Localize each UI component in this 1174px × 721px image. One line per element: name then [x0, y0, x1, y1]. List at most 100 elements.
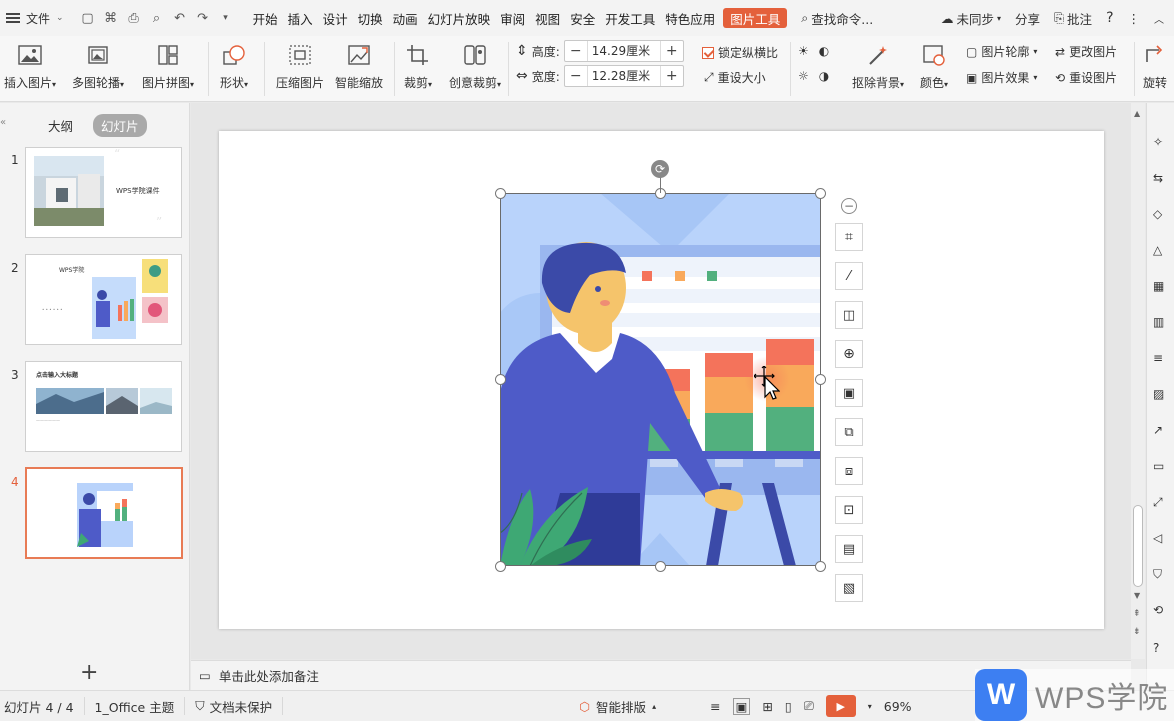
height-stepper[interactable]: − 14.29厘米 + — [563, 40, 684, 62]
tab-insert[interactable]: 插入 — [283, 0, 318, 36]
change-picture-button[interactable]: ⇄ 更改图片 — [1055, 43, 1117, 60]
smart-layout-button[interactable]: ⬡ 智能排版 ▴ — [579, 697, 656, 716]
tab-outline[interactable]: 大纲 — [40, 114, 81, 137]
height-value[interactable]: 14.29厘米 — [586, 41, 661, 61]
grid-icon[interactable]: ▦ — [1153, 279, 1169, 295]
smart-scale-button[interactable]: 智能缩放 — [335, 42, 383, 91]
multi-carousel-button[interactable]: 多图轮播▾ — [72, 42, 124, 91]
remove-background-button[interactable]: 抠除背景▾ — [852, 42, 904, 91]
reset-picture-button[interactable]: ⟲ 重设图片 — [1055, 69, 1117, 86]
collapse-ribbon-icon[interactable]: ︿ — [1154, 11, 1164, 26]
fill-icon[interactable]: △ — [1153, 243, 1169, 259]
width-increase-button[interactable]: + — [661, 68, 683, 84]
width-value[interactable]: 12.28厘米 — [586, 66, 661, 86]
add-slide-button[interactable]: + — [80, 660, 98, 685]
tab-transitions[interactable]: 切换 — [353, 0, 388, 36]
insert-picture-button[interactable]: 插入图片▾ — [4, 42, 56, 91]
lock-ratio-checkbox[interactable]: 锁定纵横比 — [702, 44, 778, 61]
more-options-icon[interactable]: ⋮ — [1128, 11, 1141, 26]
scroll-down-icon[interactable]: ▼ — [1134, 591, 1140, 600]
height-decrease-button[interactable]: − — [565, 43, 587, 59]
slide-thumbnail-2[interactable]: • • • • • • WPS学院 — [25, 254, 182, 345]
shield-icon[interactable]: ⛉ — [1153, 567, 1169, 583]
slide-thumbnail-1[interactable]: “ ” WPS学院课件 — [25, 147, 182, 238]
contrast-down-icon[interactable]: ◑ — [819, 69, 829, 83]
picture-effect-button[interactable]: ▣ 图片效果 ▾ — [966, 69, 1037, 86]
presenter-view-icon[interactable]: ⎚ — [804, 698, 814, 714]
expand-icon[interactable]: ⤢ — [1153, 495, 1169, 511]
tab-home[interactable]: 开始 — [248, 0, 283, 36]
gallery-icon[interactable]: ▨ — [1153, 387, 1169, 403]
resize-handle-top-right[interactable] — [815, 188, 826, 199]
tab-picture-tools[interactable]: 图片工具 — [723, 8, 788, 28]
print-icon[interactable]: ⎙ — [126, 10, 142, 26]
tab-security[interactable]: 安全 — [565, 0, 600, 36]
tab-developer[interactable]: 开发工具 — [600, 0, 660, 36]
scroll-up-icon[interactable]: ▲ — [1134, 109, 1140, 118]
resize-handle-right[interactable] — [815, 374, 826, 385]
float-carousel-button[interactable]: ⧉ — [835, 418, 863, 446]
align-icon[interactable]: ≡ — [710, 699, 720, 714]
tab-special-apps[interactable]: 特色应用 — [660, 0, 720, 36]
collapse-toolbar-icon[interactable]: − — [841, 198, 857, 214]
undo-icon[interactable]: ↶ — [172, 10, 188, 26]
prev-slide-icon[interactable]: ⇞ — [1133, 609, 1141, 619]
creative-crop-button[interactable]: 创意裁剪▾ — [449, 42, 501, 91]
print-preview-icon[interactable]: ⌕ — [149, 10, 165, 26]
brightness-down-icon[interactable]: ☼ — [798, 69, 809, 83]
picture-outline-button[interactable]: ▢ 图片轮廓 ▾ — [966, 43, 1037, 60]
normal-view-icon[interactable]: ▣ — [732, 697, 751, 715]
slide-sorter-icon[interactable]: ⊞ — [762, 699, 772, 714]
format-painter-icon[interactable]: ⌘ — [103, 10, 119, 26]
transform-icon[interactable]: ⇆ — [1153, 171, 1169, 187]
tab-view[interactable]: 视图 — [530, 0, 565, 36]
reset-size-button[interactable]: ⤢ 重设大小 — [704, 69, 766, 86]
compress-picture-button[interactable]: 压缩图片 — [276, 42, 324, 91]
command-search[interactable]: ⌕ 查找命令... — [801, 9, 873, 28]
float-text-button[interactable]: ⊡ — [835, 496, 863, 524]
settings-sliders-icon[interactable]: ≡ — [1153, 351, 1169, 367]
tab-animations[interactable]: 动画 — [388, 0, 423, 36]
box-icon[interactable]: ▭ — [1153, 459, 1169, 475]
width-decrease-button[interactable]: − — [565, 68, 587, 84]
audio-icon[interactable]: ◁ — [1153, 531, 1169, 547]
collapse-panel-icon[interactable]: « — [0, 117, 6, 128]
float-change-button[interactable]: ▤ — [835, 535, 863, 563]
theme-name[interactable]: 1_Office 主题 — [85, 697, 186, 715]
float-scale-button[interactable]: ▣ — [835, 379, 863, 407]
tab-slideshow[interactable]: 幻灯片放映 — [423, 0, 496, 36]
resize-handle-left[interactable] — [495, 374, 506, 385]
tab-slides[interactable]: 幻灯片 — [93, 114, 147, 137]
crop-button[interactable]: 裁剪▾ — [404, 42, 432, 91]
scrollbar-thumb[interactable] — [1133, 505, 1143, 587]
play-slideshow-button[interactable]: ▶ — [825, 695, 856, 717]
picture-collage-button[interactable]: 图片拼图▾ — [142, 42, 194, 91]
zoom-level[interactable]: 69% — [884, 699, 912, 714]
customize-toolbar-icon[interactable]: ▾ — [218, 10, 234, 26]
slide-thumbnail-3[interactable]: —————— 点击输入大标题 — [25, 361, 182, 452]
tab-review[interactable]: 审阅 — [495, 0, 530, 36]
document-protection[interactable]: ⛉ 文档未保护 — [185, 697, 284, 715]
next-slide-icon[interactable]: ⇟ — [1133, 627, 1141, 637]
export-icon[interactable]: ↗ — [1153, 423, 1169, 439]
slide-thumbnail-4[interactable] — [25, 467, 183, 559]
reading-view-icon[interactable]: ▯ — [785, 699, 792, 714]
rotate-button[interactable]: 旋转 — [1142, 42, 1168, 91]
save-icon[interactable]: ▢ — [80, 10, 96, 26]
brightness-up-icon[interactable]: ☀ — [798, 44, 809, 58]
float-remove-bg-button[interactable]: ⁄ — [835, 262, 863, 290]
float-style-button[interactable]: ▧ — [835, 574, 863, 602]
resize-handle-top-left[interactable] — [495, 188, 506, 199]
tab-design[interactable]: 设计 — [318, 0, 353, 36]
shape-button[interactable]: 形状▾ — [220, 42, 248, 91]
float-crop-button[interactable]: ⌗ — [835, 223, 863, 251]
chevron-down-icon[interactable]: ▾ — [868, 702, 872, 711]
color-button[interactable]: 颜色▾ — [920, 42, 948, 91]
share-button[interactable]: 分享 — [1015, 9, 1040, 28]
help-icon[interactable]: ? — [1106, 10, 1113, 26]
rotate-handle-icon[interactable]: ⟳ — [651, 160, 669, 178]
height-increase-button[interactable]: + — [661, 43, 683, 59]
float-zoom-button[interactable]: ⊕ — [835, 340, 863, 368]
float-collage-button[interactable]: ⧈ — [835, 457, 863, 485]
bar-chart-icon[interactable]: ▥ — [1153, 315, 1169, 331]
